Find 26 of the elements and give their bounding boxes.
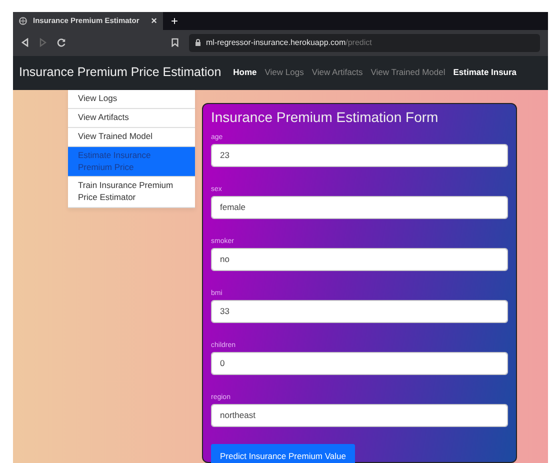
bookmark-icon[interactable]	[171, 38, 179, 48]
dropdown-item[interactable]: Train Insurance Premium Price Estimator	[68, 177, 195, 208]
form-title: Insurance Premium Estimation Form	[211, 109, 440, 126]
globe-icon	[19, 17, 27, 25]
predict-button[interactable]: Predict Insurance Premium Value	[211, 444, 355, 463]
nav-link[interactable]: View Logs	[264, 66, 304, 80]
input-field[interactable]: no	[211, 248, 508, 271]
nav-link[interactable]: Estimate Insura	[453, 66, 517, 80]
nav-link[interactable]: View Artifacts	[312, 66, 363, 80]
input-field[interactable]: female	[211, 196, 508, 219]
nav-link[interactable]: Home	[233, 66, 257, 80]
input-field[interactable]: northeast	[211, 404, 508, 427]
input-field[interactable]: 0	[211, 352, 508, 375]
dropdown-item[interactable]: View Artifacts	[68, 108, 195, 128]
input-field[interactable]: 23	[211, 144, 508, 167]
reload-icon[interactable]	[57, 38, 66, 48]
lock-icon	[195, 39, 201, 46]
brand-title[interactable]: Insurance Premium Price Estimation	[19, 63, 222, 82]
back-icon[interactable]	[21, 38, 29, 48]
url-text: ml-regressor-insurance.herokuapp.com/predict	[206, 36, 372, 49]
dropdown-item[interactable]: View Logs	[68, 90, 195, 109]
input-field[interactable]: 33	[211, 300, 508, 323]
new-tab-button[interactable]: +	[171, 12, 178, 30]
close-icon[interactable]: ×	[151, 14, 157, 28]
address-bar[interactable]: ml-regressor-insurance.herokuapp.com/predict	[189, 34, 540, 52]
nav-link[interactable]: View Trained Model	[370, 66, 446, 80]
